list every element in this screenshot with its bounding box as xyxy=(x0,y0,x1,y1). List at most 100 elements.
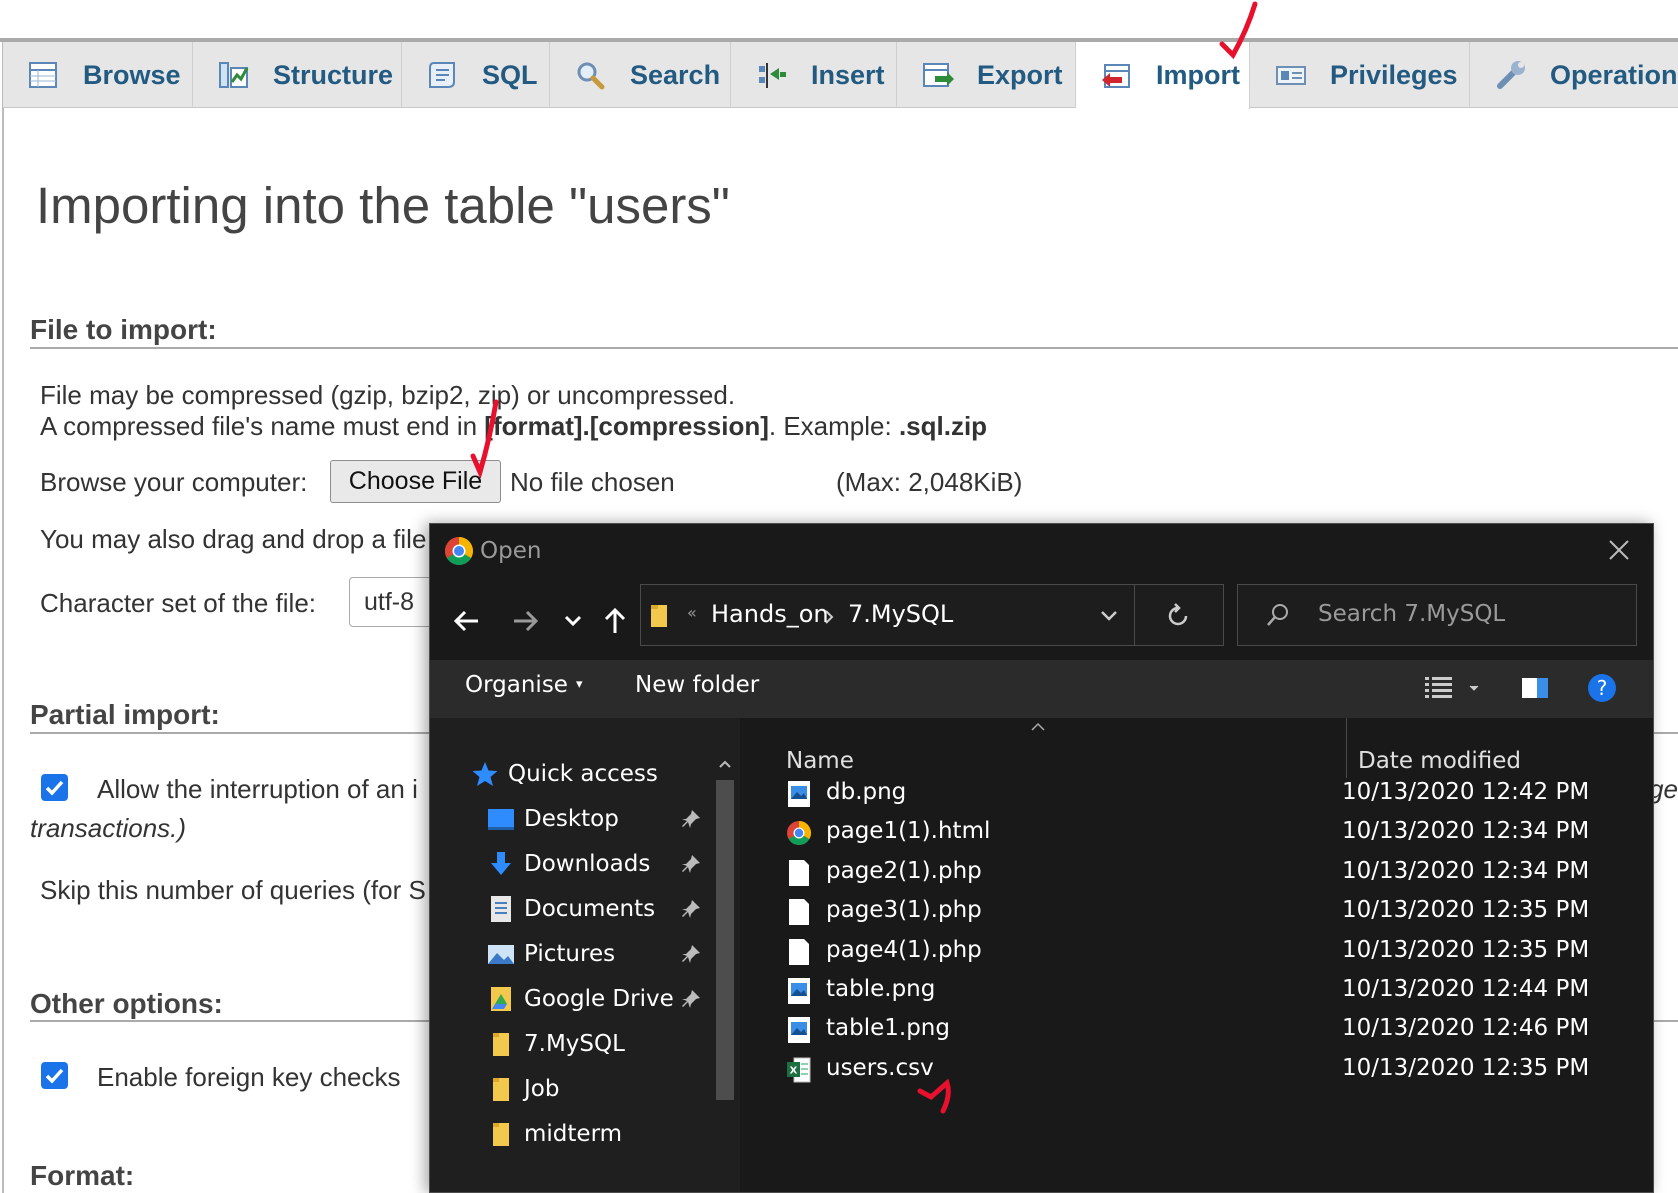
nav-item[interactable]: Google Drive xyxy=(486,979,674,1019)
blank-file-icon xyxy=(789,938,809,965)
breadcrumb-hands-on[interactable]: Hands_on xyxy=(711,600,829,628)
tab-bar: Browse Structure SQL Search Insert Expor… xyxy=(3,42,1678,109)
file-name: page1(1).html xyxy=(826,818,991,845)
address-bar[interactable]: « Hands_on 7.MySQL xyxy=(640,584,1224,646)
tab-privileges[interactable]: Privileges xyxy=(1250,42,1470,108)
format-hint: [format].[compression] xyxy=(484,411,769,441)
file-name: table1.png xyxy=(826,1015,950,1042)
caret-down-icon: ▾ xyxy=(575,677,583,692)
column-header-name[interactable]: Name xyxy=(786,748,854,774)
tab-import[interactable]: Import xyxy=(1076,42,1250,109)
nav-item-label: 7.MySQL xyxy=(524,1031,625,1057)
nav-item-label: Quick access xyxy=(508,761,658,787)
skip-queries-label: Skip this number of queries (for S xyxy=(40,875,426,905)
partial-import-heading: Partial import: xyxy=(30,699,220,730)
file-row[interactable]: page1(1).html 10/13/2020 12:34 PM xyxy=(786,813,1646,853)
documents-icon xyxy=(491,896,511,922)
file-row[interactable]: Xusers.csv 10/13/2020 12:35 PM xyxy=(786,1050,1646,1090)
file-name: page2(1).php xyxy=(826,857,982,884)
refresh-icon[interactable] xyxy=(1164,602,1192,630)
file-row[interactable]: db.png 10/13/2020 12:42 PM xyxy=(786,774,1646,814)
recent-dropdown-icon[interactable] xyxy=(556,604,590,638)
svg-text:?: ? xyxy=(1597,676,1608,700)
nav-item[interactable]: midterm xyxy=(486,1114,622,1154)
close-icon[interactable] xyxy=(1603,534,1635,566)
file-row[interactable]: page4(1).php 10/13/2020 12:35 PM xyxy=(786,932,1646,972)
up-arrow-icon[interactable] xyxy=(598,604,632,638)
help-icon[interactable]: ? xyxy=(1586,672,1618,704)
charset-label: Character set of the file: xyxy=(40,588,317,618)
nav-item[interactable]: Quick access xyxy=(470,754,658,794)
breadcrumb-mysql[interactable]: 7.MySQL xyxy=(848,600,953,628)
drag-drop-text: You may also drag and drop a file xyxy=(40,524,427,554)
nav-item[interactable]: Downloads xyxy=(486,844,650,884)
file-row[interactable]: table.png 10/13/2020 12:44 PM xyxy=(786,971,1646,1011)
image-file-icon xyxy=(788,978,810,1004)
preview-pane-icon[interactable] xyxy=(1520,674,1550,702)
nav-item[interactable]: 7.MySQL xyxy=(486,1024,625,1064)
tab-operations[interactable]: Operation xyxy=(1470,42,1678,108)
check-icon xyxy=(45,780,64,796)
tab-insert[interactable]: Insert xyxy=(731,42,897,108)
interrupt-checkbox[interactable] xyxy=(41,774,68,801)
column-separator[interactable] xyxy=(1346,718,1347,778)
tab-structure[interactable]: Structure xyxy=(193,42,402,108)
tab-export[interactable]: Export xyxy=(897,42,1076,108)
pin-icon[interactable] xyxy=(680,853,702,875)
nav-item-label: Job xyxy=(524,1076,560,1102)
column-header-date[interactable]: Date modified xyxy=(1358,748,1521,774)
check-icon xyxy=(45,1068,64,1084)
file-row[interactable]: table1.png 10/13/2020 12:46 PM xyxy=(786,1010,1646,1050)
insert-icon xyxy=(759,63,786,88)
back-arrow-icon[interactable] xyxy=(450,604,484,638)
pin-icon[interactable] xyxy=(680,898,702,920)
file-date-modified: 10/13/2020 12:42 PM xyxy=(1342,779,1590,805)
nav-item-label: Documents xyxy=(524,896,656,922)
file-date-modified: 10/13/2020 12:35 PM xyxy=(1342,1054,1590,1081)
search-placeholder: Search 7.MySQL xyxy=(1318,601,1506,627)
nav-item[interactable]: Desktop xyxy=(486,799,619,839)
search-input[interactable]: Search 7.MySQL xyxy=(1237,584,1637,646)
pin-icon[interactable] xyxy=(680,808,702,830)
other-options-heading: Other options: xyxy=(30,988,223,1019)
nav-scrollbar[interactable] xyxy=(710,752,740,1192)
file-row[interactable]: page3(1).php 10/13/2020 12:35 PM xyxy=(786,892,1646,932)
desktop-icon xyxy=(488,809,514,830)
file-date-modified: 10/13/2020 12:46 PM xyxy=(1342,1015,1590,1042)
folder-icon xyxy=(493,1033,509,1056)
tab-search[interactable]: Search xyxy=(550,42,731,108)
nav-item[interactable]: Job xyxy=(486,1069,559,1109)
scroll-thumb[interactable] xyxy=(716,780,734,1100)
file-row[interactable]: page2(1).php 10/13/2020 12:34 PM xyxy=(786,853,1646,893)
star-icon xyxy=(472,762,498,786)
file-date-modified: 10/13/2020 12:44 PM xyxy=(1342,976,1590,1002)
forward-arrow-icon[interactable] xyxy=(508,604,542,638)
tab-browse[interactable]: Browse xyxy=(3,42,193,108)
blank-file-icon xyxy=(789,899,809,926)
wrench-icon xyxy=(1497,61,1525,89)
nav-item[interactable]: Documents xyxy=(486,889,655,929)
breadcrumb-chevron-icon xyxy=(825,610,834,624)
choose-file-button[interactable]: Choose File xyxy=(330,460,501,503)
organise-button[interactable]: Organise ▾ xyxy=(465,672,582,698)
view-options-icon[interactable] xyxy=(1423,674,1483,704)
blank-file-icon xyxy=(789,859,809,886)
foreign-key-checkbox[interactable] xyxy=(41,1062,68,1089)
chrome-icon xyxy=(445,537,473,565)
left-rule xyxy=(2,42,4,1193)
pictures-icon xyxy=(488,945,514,964)
tab-sql[interactable]: SQL xyxy=(402,42,550,108)
file-date-modified: 10/13/2020 12:34 PM xyxy=(1342,818,1590,845)
example-extension: .sql.zip xyxy=(898,411,988,441)
pin-icon[interactable] xyxy=(680,943,702,965)
pin-icon[interactable] xyxy=(680,988,702,1010)
file-date-modified: 10/13/2020 12:34 PM xyxy=(1342,857,1590,884)
scroll-up-icon[interactable] xyxy=(718,758,732,770)
address-dropdown-icon[interactable] xyxy=(1098,605,1120,627)
nav-item-label: Google Drive xyxy=(524,986,674,1012)
nav-item[interactable]: Pictures xyxy=(486,934,615,974)
new-folder-button[interactable]: New folder xyxy=(635,672,759,698)
folder-icon xyxy=(651,605,667,627)
nav-item-label: midterm xyxy=(524,1121,623,1147)
file-list-pane: Name Date modified db.png 10/13/2020 12:4… xyxy=(746,718,1653,1192)
